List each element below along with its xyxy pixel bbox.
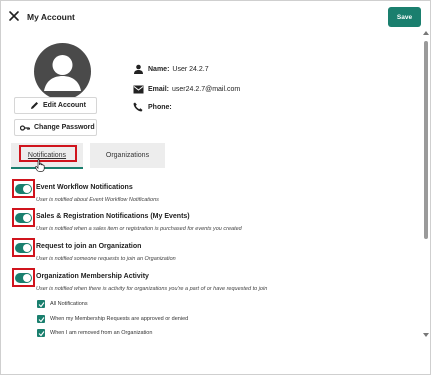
edit-account-button[interactable]: Edit Account [14, 97, 97, 114]
toggle-knob [23, 244, 31, 252]
toggle-knob [23, 274, 31, 282]
toggle-knob [23, 185, 31, 193]
edit-account-label: Edit Account [43, 102, 86, 109]
email-label: Email: [148, 85, 170, 93]
name-label: Name: [148, 65, 170, 73]
notification-toggle[interactable] [15, 184, 32, 194]
person-icon [132, 63, 144, 75]
scrollbar-thumb[interactable] [424, 41, 428, 239]
dialog-title: My Account [27, 12, 75, 22]
checkbox[interactable] [37, 329, 45, 337]
close-icon[interactable] [7, 9, 21, 23]
scroll-down-arrow[interactable] [423, 333, 429, 337]
notification-description: User is notified when a sales item or re… [36, 226, 242, 232]
change-password-label: Change Password [34, 124, 95, 131]
phone-icon [132, 101, 144, 113]
checkbox[interactable] [37, 315, 45, 323]
hand-cursor-icon [35, 159, 45, 172]
membership-option-label: All Notifications [50, 301, 88, 307]
tab-notifications-label: Notifications [27, 152, 67, 159]
pencil-icon [29, 101, 39, 111]
membership-option-label: When my Membership Requests are approved… [50, 316, 189, 322]
name-value: User 24.2.7 [172, 65, 209, 73]
tab-organizations-label: Organizations [105, 152, 150, 159]
account-dialog: My Account Save Edit Account Change Pass… [0, 0, 431, 375]
phone-label: Phone: [148, 103, 172, 111]
notification-title: Request to join an Organization [36, 243, 142, 250]
toggle-knob [23, 214, 31, 222]
checkbox[interactable] [37, 300, 45, 308]
notification-title: Event Workflow Notifications [36, 184, 133, 191]
email-value: user24.2.7@mail.com [172, 85, 241, 93]
mail-icon [132, 83, 144, 95]
profile-email-row: Email: user24.2.7@mail.com [132, 83, 240, 95]
tab-organizations[interactable]: Organizations [90, 143, 165, 168]
active-tab-indicator [11, 167, 83, 169]
change-password-button[interactable]: Change Password [14, 119, 97, 136]
scroll-up-arrow[interactable] [423, 31, 429, 35]
membership-option: All Notifications [37, 300, 88, 308]
membership-option: When I am removed from an Organization [37, 329, 152, 337]
save-button[interactable]: Save [388, 7, 421, 27]
profile-phone-row: Phone: [132, 101, 175, 113]
notification-title: Organization Membership Activity [36, 273, 149, 280]
dialog-header: My Account Save [1, 1, 430, 35]
key-icon [20, 123, 30, 133]
avatar [34, 43, 91, 100]
notification-toggle[interactable] [15, 273, 32, 283]
membership-option-label: When I am removed from an Organization [50, 330, 153, 336]
notification-description: User is notified someone requests to joi… [36, 256, 176, 262]
tab-notifications[interactable]: Notifications [11, 143, 83, 168]
notification-toggle[interactable] [15, 213, 32, 223]
notification-description: User is notified when there is activity … [36, 286, 268, 292]
notification-toggle[interactable] [15, 243, 32, 253]
membership-option: When my Membership Requests are approved… [37, 315, 188, 323]
profile-name-row: Name: User 24.2.7 [132, 63, 209, 75]
notification-description: User is notified about Event Workflow No… [36, 197, 159, 203]
notification-title: Sales & Registration Notifications (My E… [36, 213, 190, 220]
